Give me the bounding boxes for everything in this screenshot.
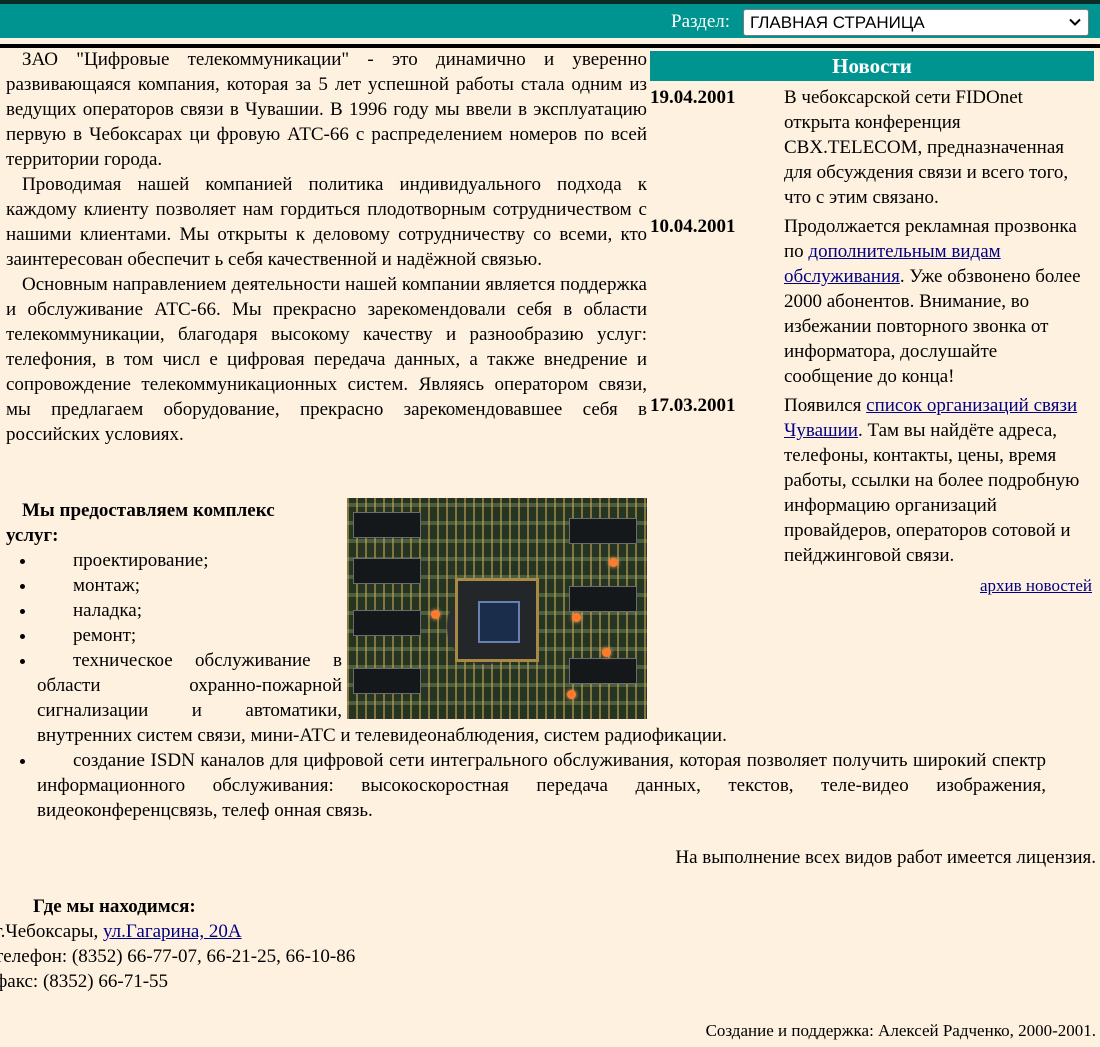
led-dot bbox=[431, 610, 440, 619]
news-archive: архив новостей bbox=[650, 573, 1094, 598]
section-label: Раздел: bbox=[671, 11, 731, 32]
news-text: В чебоксарской сети FIDOnet открыта конф… bbox=[784, 87, 1069, 208]
news-text-part: . Там вы найдёте адреса, телефоны, конта… bbox=[784, 420, 1080, 566]
footer-credits: Создание и поддержка: Алексей Радченко, … bbox=[705, 1021, 1096, 1040]
license-note: На выполнение всех видов работ имеется л… bbox=[675, 847, 1096, 868]
list-item: создание ISDN каналов для цифровой сети … bbox=[37, 748, 1046, 823]
led-dot bbox=[572, 613, 581, 622]
board-socket bbox=[353, 512, 421, 538]
news-text-part: Появился bbox=[784, 395, 862, 416]
board-socket bbox=[353, 668, 421, 694]
board-socket bbox=[353, 610, 421, 636]
section-select[interactable]: ГЛАВНАЯ СТРАНИЦА bbox=[743, 9, 1089, 36]
news-item: 17.03.2001 Появился список организаций с… bbox=[650, 393, 1094, 568]
board-socket bbox=[353, 558, 421, 584]
list-item-part: техническое обслуживание в области охран… bbox=[37, 650, 342, 721]
list-item-part: внутренних систем связи, мини-АТС и теле… bbox=[37, 725, 727, 746]
news-date: 19.04.2001 bbox=[650, 87, 736, 108]
services-title: Мы предоставляем комплекс услуг: bbox=[6, 500, 275, 546]
news-item: 19.04.2001 В чебоксарской сети FIDOnet о… bbox=[650, 85, 1094, 210]
news-header: Новости bbox=[650, 51, 1094, 81]
chevron-down-icon bbox=[1069, 18, 1081, 26]
list-item: ремонт; bbox=[37, 623, 340, 648]
circuit-board-image bbox=[347, 498, 647, 719]
list-item: наладка; bbox=[37, 598, 340, 623]
led-dot bbox=[567, 690, 576, 699]
news-archive-link[interactable]: архив новостей bbox=[980, 576, 1092, 595]
processor-chip bbox=[455, 578, 539, 662]
address-city: г.Чебоксары, bbox=[0, 921, 99, 942]
fax-line: факс: (8352) 66-71-55 bbox=[0, 971, 169, 992]
section-select-value: ГЛАВНАЯ СТРАНИЦА bbox=[750, 13, 925, 32]
led-dot bbox=[602, 648, 611, 657]
address-link[interactable]: ул.Гагарина, 20А bbox=[103, 921, 242, 942]
phone-line: телефон: (8352) 66-77-07, 66-21-25, 66-1… bbox=[0, 946, 356, 967]
intro-paragraph-3: Основным направлением деятельности нашей… bbox=[6, 274, 647, 445]
news-text: Появился список организаций связи Чуваши… bbox=[784, 393, 1088, 568]
intro-paragraph-2: Проводимая нашей компанией политика инди… bbox=[6, 174, 647, 270]
list-item: монтаж; bbox=[37, 573, 340, 598]
board-socket bbox=[569, 518, 637, 544]
news-text: Продолжается рекламная прозвонка по допо… bbox=[784, 214, 1088, 389]
board-socket bbox=[569, 586, 637, 612]
list-item: проектирование; bbox=[37, 548, 340, 573]
news-panel: Новости 19.04.2001 В чебоксарской сети F… bbox=[650, 51, 1094, 598]
news-item: 10.04.2001 Продолжается рекламная прозво… bbox=[650, 214, 1094, 389]
board-socket bbox=[569, 658, 637, 684]
intro-text: ЗАО "Цифровые телекоммуникации" - это ди… bbox=[6, 47, 647, 447]
location-title: Где мы находимся: bbox=[33, 896, 196, 917]
location-section: Где мы находимся: г.Чебоксары, ул.Гагари… bbox=[0, 894, 495, 994]
news-date: 10.04.2001 bbox=[650, 216, 736, 237]
led-dot bbox=[609, 558, 618, 567]
address-line: г.Чебоксары, ул.Гагарина, 20А bbox=[0, 919, 495, 944]
intro-paragraph-1: ЗАО "Цифровые телекоммуникации" - это ди… bbox=[6, 49, 647, 170]
top-bar: Раздел: ГЛАВНАЯ СТРАНИЦА bbox=[0, 0, 1100, 38]
news-date: 17.03.2001 bbox=[650, 395, 736, 416]
